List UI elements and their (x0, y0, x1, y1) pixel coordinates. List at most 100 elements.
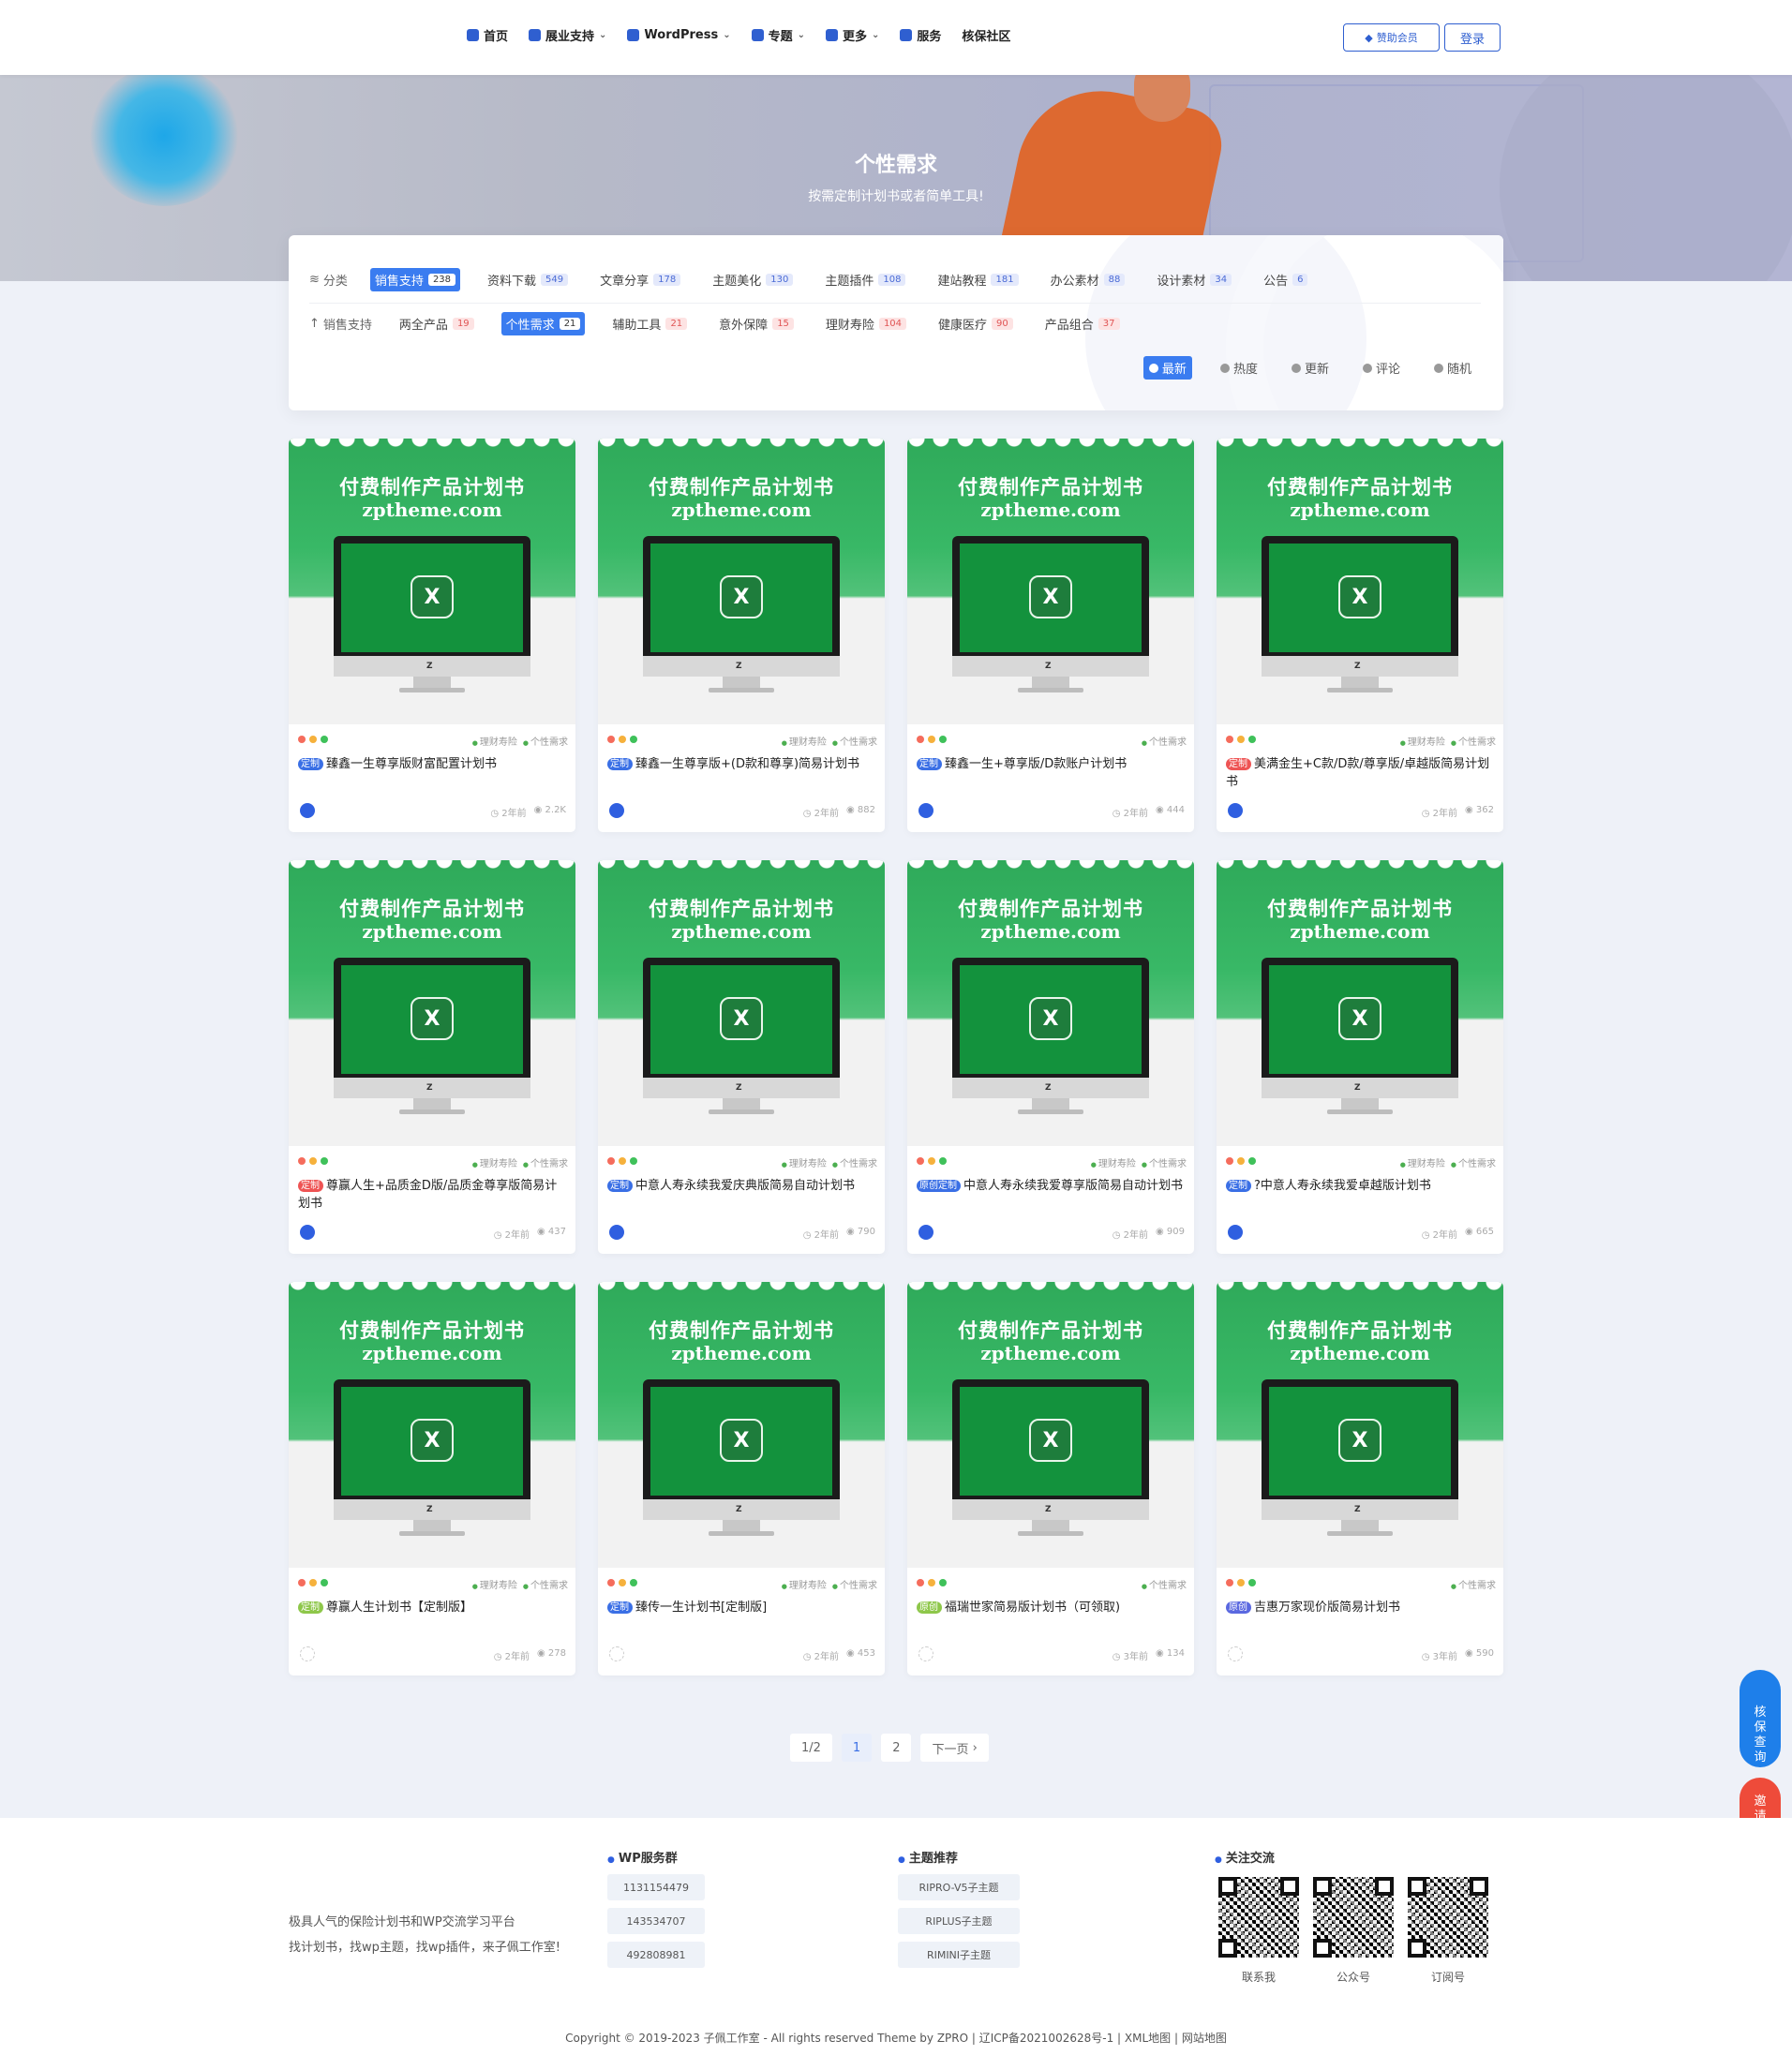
filter-tag-row1-7[interactable]: 设计素材 34 (1152, 268, 1236, 291)
filter-tag-row2-1[interactable]: 个性需求 21 (500, 312, 586, 335)
category-link[interactable]: 个性需求 (832, 1577, 877, 1591)
category-link[interactable]: 理财寿险 (1400, 1155, 1445, 1169)
filter-tag-row1-1[interactable]: 资料下载 549 (483, 268, 573, 291)
nav-item-4[interactable]: 更多 ⌄ (825, 26, 879, 44)
avatar[interactable] (609, 1225, 624, 1240)
filter-tag-row1-2[interactable]: 文章分享 178 (595, 268, 685, 291)
filter-tag-row1-0[interactable]: 销售支持 238 (369, 268, 461, 291)
category-link[interactable]: 理财寿险 (782, 1155, 827, 1169)
page-2-link[interactable]: 2 (881, 1734, 912, 1762)
category-link[interactable]: 理财寿险 (782, 1577, 827, 1591)
post-thumbnail[interactable]: 付费制作产品计划书 zptheme.com X Z (289, 860, 575, 1146)
post-card[interactable]: 付费制作产品计划书zptheme.com X Z 理财寿险个性需求定制臻鑫一生尊享版+… (598, 439, 885, 832)
nav-item-0[interactable]: 首页 (467, 26, 508, 44)
post-title[interactable]: 定制 臻传一生计划书[定制版] (607, 1599, 875, 1616)
avatar[interactable] (1228, 1646, 1243, 1661)
theme-link-3[interactable]: RIMINI子主题 (898, 1942, 1020, 1968)
avatar[interactable] (609, 803, 624, 818)
category-link[interactable]: 理财寿险 (472, 1577, 517, 1591)
category-link[interactable]: 个性需求 (1451, 1577, 1496, 1591)
filter-tag-row2-6[interactable]: 产品组合 37 (1040, 312, 1125, 335)
category-link[interactable]: 理财寿险 (1091, 1155, 1136, 1169)
avatar[interactable] (300, 1225, 315, 1240)
nav-item-6[interactable]: 核保社区 (962, 26, 1010, 44)
sort-option-2[interactable]: 更新 (1286, 356, 1335, 380)
category-link[interactable]: 个性需求 (1451, 1155, 1496, 1169)
category-link[interactable]: 个性需求 (523, 734, 568, 748)
post-title[interactable]: 定制 臻鑫一生尊享版财富配置计划书 (298, 755, 566, 773)
post-card[interactable]: 付费制作产品计划书zptheme.com X Z 理财寿险个性需求定制中意人寿永续我爱… (598, 860, 885, 1254)
filter-tag-row1-3[interactable]: 主题美化 130 (708, 268, 798, 291)
vip-button[interactable]: ◆ 赞助会员 (1343, 23, 1440, 52)
nav-item-3[interactable]: 专题 ⌄ (751, 26, 805, 44)
filter-tag-row2-3[interactable]: 意外保障 15 (714, 312, 799, 335)
wp-group-1[interactable]: 1131154479 (607, 1874, 705, 1900)
category-link[interactable]: 理财寿险 (782, 734, 827, 748)
avatar[interactable] (1228, 1225, 1243, 1240)
post-card[interactable]: 付费制作产品计划书zptheme.com X Z 理财寿险个性需求定制臻鑫一生尊享版财… (289, 439, 575, 832)
post-thumbnail[interactable]: 付费制作产品计划书 zptheme.com X Z (1217, 1282, 1503, 1568)
filter-tag-row1-8[interactable]: 公告 6 (1259, 268, 1312, 291)
post-title[interactable]: 原创定制 中意人寿永续我爱尊享版简易自动计划书 (917, 1177, 1185, 1195)
post-card[interactable]: 付费制作产品计划书zptheme.com X Z 理财寿险个性需求定制臻传一生计划书[… (598, 1282, 885, 1675)
post-title[interactable]: 定制 ?中意人寿永续我爱卓越版计划书 (1226, 1177, 1494, 1195)
underwriting-query-button[interactable]: 核保查询 (1740, 1670, 1781, 1767)
category-link[interactable]: 个性需求 (832, 734, 877, 748)
category-link[interactable]: 个性需求 (1142, 1577, 1187, 1591)
post-card[interactable]: 付费制作产品计划书zptheme.com X Z 个性需求原创吉惠万家现价版简易计划书… (1217, 1282, 1503, 1675)
avatar[interactable] (609, 1646, 624, 1661)
category-link[interactable]: 个性需求 (832, 1155, 877, 1169)
sort-option-0[interactable]: 最新 (1142, 356, 1192, 380)
post-thumbnail[interactable]: 付费制作产品计划书 zptheme.com X Z (907, 860, 1194, 1146)
post-card[interactable]: 付费制作产品计划书zptheme.com X Z 理财寿险个性需求定制美满金生+C款/… (1217, 439, 1503, 832)
category-link[interactable]: 个性需求 (1142, 734, 1187, 748)
wp-group-2[interactable]: 143534707 (607, 1908, 705, 1934)
post-title[interactable]: 定制 臻鑫一生+尊享版/D款账户计划书 (917, 755, 1185, 773)
category-link[interactable]: 个性需求 (523, 1577, 568, 1591)
next-page-button[interactable]: 下一页 › (920, 1734, 989, 1762)
category-link[interactable]: 个性需求 (1451, 734, 1496, 748)
post-title[interactable]: 定制 臻鑫一生尊享版+(D款和尊享)简易计划书 (607, 755, 875, 773)
filter-tag-row2-5[interactable]: 健康医疗 90 (933, 312, 1018, 335)
post-card[interactable]: 付费制作产品计划书zptheme.com X Z 理财寿险个性需求定制尊赢人生+品质金… (289, 860, 575, 1254)
avatar[interactable] (300, 803, 315, 818)
post-thumbnail[interactable]: 付费制作产品计划书 zptheme.com X Z (598, 1282, 885, 1568)
filter-tag-row2-0[interactable]: 两全产品 19 (395, 312, 479, 335)
post-thumbnail[interactable]: 付费制作产品计划书 zptheme.com X Z (907, 439, 1194, 724)
post-title[interactable]: 定制 中意人寿永续我爱庆典版简易自动计划书 (607, 1177, 875, 1195)
avatar[interactable] (1228, 803, 1243, 818)
category-link[interactable]: 理财寿险 (472, 734, 517, 748)
post-card[interactable]: 付费制作产品计划书zptheme.com X Z 理财寿险个性需求原创定制中意人寿永续… (907, 860, 1194, 1254)
theme-link-2[interactable]: RIPLUS子主题 (898, 1908, 1020, 1934)
post-card[interactable]: 付费制作产品计划书zptheme.com X Z 个性需求定制臻鑫一生+尊享版/D款账… (907, 439, 1194, 832)
post-thumbnail[interactable]: 付费制作产品计划书 zptheme.com X Z (1217, 860, 1503, 1146)
avatar[interactable] (918, 1646, 933, 1661)
post-thumbnail[interactable]: 付费制作产品计划书 zptheme.com X Z (1217, 439, 1503, 724)
filter-tag-row2-4[interactable]: 理财寿险 104 (821, 312, 911, 335)
post-card[interactable]: 付费制作产品计划书zptheme.com X Z 理财寿险个性需求定制尊赢人生计划书【… (289, 1282, 575, 1675)
sort-option-4[interactable]: 随机 (1428, 356, 1477, 380)
avatar[interactable] (918, 1225, 933, 1240)
post-card[interactable]: 付费制作产品计划书zptheme.com X Z 理财寿险个性需求定制?中意人寿永续我… (1217, 860, 1503, 1254)
login-button[interactable]: 登录 (1444, 23, 1501, 52)
theme-link-1[interactable]: RIPRO-V5子主题 (898, 1874, 1020, 1900)
filter-tag-row2-2[interactable]: 辅助工具 21 (607, 312, 692, 335)
avatar[interactable] (300, 1646, 315, 1661)
post-title[interactable]: 定制 尊赢人生计划书【定制版】 (298, 1599, 566, 1616)
post-title[interactable]: 原创 吉惠万家现价版简易计划书 (1226, 1599, 1494, 1616)
category-link[interactable]: 理财寿险 (1400, 734, 1445, 748)
post-thumbnail[interactable]: 付费制作产品计划书 zptheme.com X Z (289, 1282, 575, 1568)
post-thumbnail[interactable]: 付费制作产品计划书 zptheme.com X Z (598, 860, 885, 1146)
page-current[interactable]: 1 (841, 1734, 873, 1762)
category-link[interactable]: 个性需求 (1142, 1155, 1187, 1169)
post-card[interactable]: 付费制作产品计划书zptheme.com X Z 个性需求原创福瑞世家简易版计划书（可… (907, 1282, 1194, 1675)
post-thumbnail[interactable]: 付费制作产品计划书 zptheme.com X Z (289, 439, 575, 724)
filter-tag-row1-5[interactable]: 建站教程 181 (933, 268, 1023, 291)
post-thumbnail[interactable]: 付费制作产品计划书 zptheme.com X Z (907, 1282, 1194, 1568)
post-title[interactable]: 原创 福瑞世家简易版计划书（可领取) (917, 1599, 1185, 1616)
sort-option-3[interactable]: 评论 (1357, 356, 1406, 380)
category-link[interactable]: 理财寿险 (472, 1155, 517, 1169)
nav-item-1[interactable]: 展业支持 ⌄ (529, 26, 606, 44)
wp-group-3[interactable]: 492808981 (607, 1942, 705, 1968)
category-link[interactable]: 个性需求 (523, 1155, 568, 1169)
